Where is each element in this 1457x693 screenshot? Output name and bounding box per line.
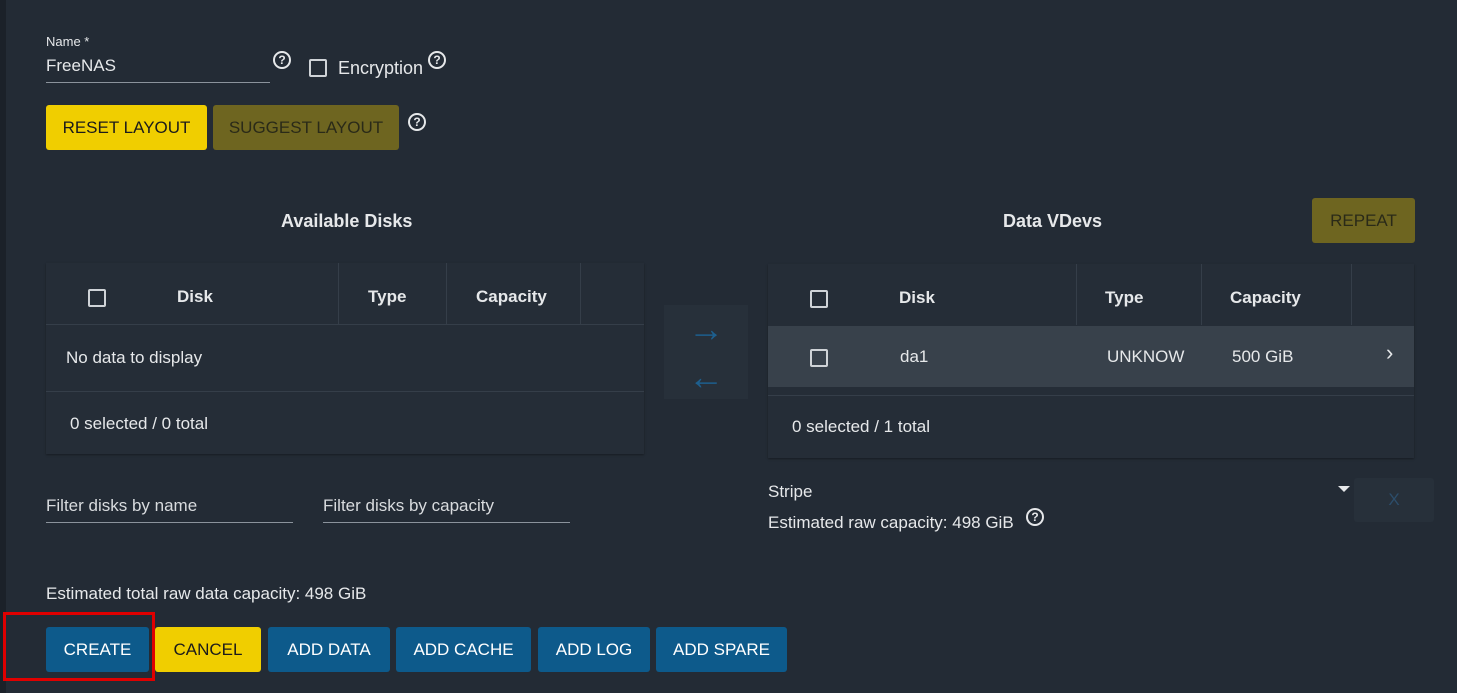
filter-name-placeholder: Filter disks by name	[46, 496, 198, 515]
add-cache-button[interactable]: ADD CACHE	[396, 627, 531, 672]
add-data-button[interactable]: ADD DATA	[268, 627, 390, 672]
name-input[interactable]: FreeNAS	[46, 54, 270, 83]
select-all-available-checkbox[interactable]	[88, 289, 106, 307]
encryption-checkbox[interactable]	[309, 59, 327, 77]
available-disks-title: Available Disks	[281, 211, 413, 231]
filter-capacity-input[interactable]: Filter disks by capacity	[323, 482, 570, 523]
row-capacity: 500 GiB	[1232, 347, 1294, 366]
data-vdevs-table: Disk Type Capacity da1 UNKNOW 500 GiB › …	[768, 264, 1414, 458]
arrow-left-icon[interactable]: ←	[686, 356, 726, 397]
help-icon[interactable]: ?	[1026, 508, 1044, 526]
select-all-vdev-checkbox[interactable]	[810, 290, 828, 308]
vdev-layout-select[interactable]: Stripe	[768, 475, 1350, 505]
vdev-layout-value: Stripe	[768, 482, 813, 501]
column-type[interactable]: Type	[368, 287, 406, 307]
remove-vdev-button[interactable]: X	[1354, 478, 1434, 522]
add-log-button[interactable]: ADD LOG	[538, 627, 650, 672]
name-field-label: Name *	[46, 34, 90, 49]
vdev-estimated-capacity: Estimated raw capacity: 498 GiB	[768, 513, 1014, 532]
help-icon[interactable]: ?	[428, 51, 446, 69]
table-row[interactable]: da1 UNKNOW 500 GiB ›	[768, 326, 1414, 387]
total-raw-capacity: Estimated total raw data capacity: 498 G…	[46, 584, 367, 603]
row-disk: da1	[900, 347, 929, 366]
cancel-button[interactable]: CANCEL	[155, 627, 261, 672]
left-edge-bar	[0, 0, 6, 693]
highlight-box	[3, 612, 155, 681]
help-icon[interactable]: ?	[408, 113, 426, 131]
arrow-right-icon[interactable]: →	[686, 308, 726, 349]
filter-name-input[interactable]: Filter disks by name	[46, 482, 293, 523]
help-icon[interactable]: ?	[273, 51, 291, 69]
dropdown-arrow-icon	[1338, 486, 1350, 492]
data-vdevs-title: Data VDevs	[1003, 211, 1103, 231]
name-input-value: FreeNAS	[46, 56, 116, 75]
transfer-arrows: → ←	[664, 305, 748, 399]
available-selection-count: 0 selected / 0 total	[70, 414, 208, 433]
row-checkbox[interactable]	[810, 349, 828, 367]
row-type: UNKNOW	[1107, 347, 1185, 366]
chevron-right-icon[interactable]: ›	[1386, 340, 1393, 366]
reset-layout-button[interactable]: RESET LAYOUT	[46, 105, 207, 150]
filter-capacity-placeholder: Filter disks by capacity	[323, 496, 494, 515]
empty-table-message: No data to display	[66, 348, 203, 367]
add-spare-button[interactable]: ADD SPARE	[656, 627, 787, 672]
encryption-label: Encryption	[338, 58, 424, 78]
vdev-selection-count: 0 selected / 1 total	[792, 417, 930, 436]
column-capacity[interactable]: Capacity	[1230, 288, 1301, 308]
column-type[interactable]: Type	[1105, 288, 1143, 308]
column-disk[interactable]: Disk	[177, 287, 213, 307]
column-disk[interactable]: Disk	[899, 288, 935, 308]
repeat-button[interactable]: REPEAT	[1312, 198, 1415, 243]
suggest-layout-button[interactable]: SUGGEST LAYOUT	[213, 105, 399, 150]
available-disks-table: Disk Type Capacity No data to display 0 …	[46, 263, 644, 454]
column-capacity[interactable]: Capacity	[476, 287, 547, 307]
